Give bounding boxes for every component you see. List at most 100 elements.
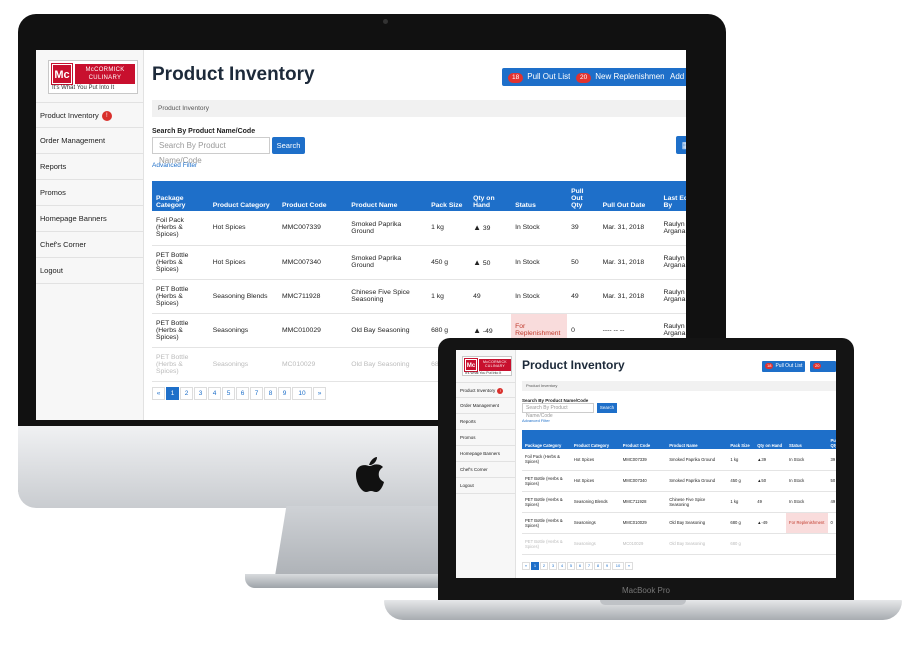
mccormick-logo[interactable]: Mc McCORMICK CULINARY It's What You Put …	[48, 60, 138, 94]
page-title: Product Inventory	[152, 64, 315, 85]
table-row[interactable]: PET Bottle (Herbs & Spices) Seasonings M…	[522, 512, 836, 534]
cell-package: PET Bottle (Herbs & Spices)	[152, 347, 209, 382]
sidebar-item-chefs-corner[interactable]: Chef's Corner	[36, 232, 143, 258]
sidebar-item-reports[interactable]: Reports	[36, 154, 143, 180]
page-5[interactable]: 5	[567, 562, 575, 570]
mccormick-logo[interactable]: Mc McCORMICK CULINARY It's What You Put …	[462, 356, 512, 376]
page-9[interactable]: 9	[603, 562, 611, 570]
page-2[interactable]: 2	[540, 562, 548, 570]
col-package-category[interactable]: Package Category	[152, 181, 209, 211]
col-product-name[interactable]: Product Name	[666, 430, 728, 449]
sidebar-item-product-inventory[interactable]: Product Inventory!	[36, 102, 143, 128]
col-qty-on-hand[interactable]: Qty on Hand	[469, 181, 512, 211]
sidebar-item-promos[interactable]: Promos	[36, 180, 143, 206]
advanced-filter-link[interactable]: Advanced Filter	[152, 162, 197, 169]
page-prev[interactable]: «	[522, 562, 530, 570]
logo-tagline: It's What You Put Into It	[52, 85, 115, 91]
page-4[interactable]: 4	[558, 562, 566, 570]
add-new-button[interactable]: Add New	[664, 68, 686, 86]
table-row[interactable]: PET Bottle (Herbs & Spices) Seasoning Bl…	[522, 491, 836, 513]
col-status[interactable]: Status	[786, 430, 828, 449]
page-4[interactable]: 4	[208, 387, 221, 400]
col-product-code[interactable]: Product Code	[619, 430, 667, 449]
sidebar-item-chefs-corner[interactable]: Chef's Corner	[456, 462, 515, 478]
col-product-code[interactable]: Product Code	[277, 181, 348, 211]
cell-status: For Replenishment	[786, 512, 828, 534]
col-pack-size[interactable]: Pack Size	[427, 181, 470, 211]
pull-out-list-button[interactable]: 18 Pull Out List	[762, 361, 806, 372]
sidebar-item-label: Reports	[460, 419, 476, 424]
page-6[interactable]: 6	[576, 562, 584, 570]
sidebar-item-product-inventory[interactable]: Product Inventory!	[456, 382, 515, 398]
search-input[interactable]: Search By Product Name/Code	[152, 137, 270, 165]
alert-badge: !	[101, 111, 112, 122]
sidebar-item-order-management[interactable]: Order Management	[456, 398, 515, 414]
table-row[interactable]: PET Bottle (Herbs & Spices) Hot Spices M…	[522, 470, 836, 492]
cell-name: Smoked Paprika Ground	[666, 470, 728, 492]
sidebar-item-logout[interactable]: Logout	[456, 478, 515, 494]
new-replenishment-button[interactable]: 20	[810, 361, 836, 372]
col-product-category[interactable]: Product Category	[208, 181, 278, 211]
page-1[interactable]: 1	[166, 387, 179, 400]
col-product-name[interactable]: Product Name	[347, 181, 428, 211]
cell-category: Seasonings	[570, 533, 620, 555]
page-1[interactable]: 1	[531, 562, 539, 570]
sidebar-item-logout[interactable]: Logout	[36, 258, 143, 284]
cell-size: 1 kg	[727, 449, 755, 471]
sidebar-item-order-management[interactable]: Order Management	[36, 128, 143, 154]
page-10[interactable]: 10	[292, 387, 312, 400]
cell-code: MMC007339	[619, 449, 667, 471]
col-package-category[interactable]: Package Category	[522, 430, 571, 449]
warning-icon: ▲	[473, 257, 481, 267]
page-8[interactable]: 8	[594, 562, 602, 570]
table-row[interactable]: PET Bottle (Herbs & Spices) Hot Spices M…	[152, 245, 686, 280]
page-5[interactable]: 5	[222, 387, 235, 400]
new-replenishment-button[interactable]: 20 New Replenishment	[570, 68, 673, 86]
sidebar-item-reports[interactable]: Reports	[456, 414, 515, 430]
page-prev[interactable]: «	[152, 387, 165, 400]
alert-badge: !	[497, 387, 504, 394]
table-row[interactable]: PET Bottle (Herbs & Spices) Seasonings M…	[522, 533, 836, 555]
breadcrumb: Product Inventory	[152, 100, 686, 117]
sidebar-item-homepage-banners[interactable]: Homepage Banners	[36, 206, 143, 232]
col-pack-size[interactable]: Pack Size	[727, 430, 755, 449]
search-button[interactable]: Search	[597, 403, 617, 413]
page-next[interactable]: »	[313, 387, 326, 400]
col-product-category[interactable]: Product Category	[570, 430, 620, 449]
page-9[interactable]: 9	[278, 387, 291, 400]
col-qty-on-hand[interactable]: Qty on Hand	[754, 430, 787, 449]
cell-size: 1 kg	[427, 211, 470, 246]
search-input[interactable]: Search By Product Name/Code	[522, 403, 594, 419]
advanced-filter-link[interactable]: Advanced Filter	[522, 418, 550, 423]
search-button[interactable]: Search	[272, 137, 305, 154]
pull-out-list-button[interactable]: 18 Pull Out List	[502, 68, 577, 86]
page-7[interactable]: 7	[585, 562, 593, 570]
table-row[interactable]: Foil Pack (Herbs & Spices) Hot Spices MM…	[522, 449, 836, 471]
page-6[interactable]: 6	[236, 387, 249, 400]
page-next[interactable]: »	[625, 562, 633, 570]
col-pull-out-qty[interactable]: Pull Out Qty	[567, 181, 599, 211]
grid-view-icon[interactable]: ▦	[676, 136, 686, 154]
page-3[interactable]: 3	[194, 387, 207, 400]
sidebar-item-homepage-banners[interactable]: Homepage Banners	[456, 446, 515, 462]
col-pull-out-qty[interactable]: Pull Out Qty	[827, 430, 836, 449]
table-row[interactable]: PET Bottle (Herbs & Spices) Seasoning Bl…	[152, 279, 686, 314]
page-2[interactable]: 2	[180, 387, 193, 400]
col-status[interactable]: Status	[511, 181, 568, 211]
cell-edited: Raulyn Argana	[659, 279, 686, 314]
cell-status: In Stock	[511, 211, 568, 246]
page-3[interactable]: 3	[549, 562, 557, 570]
table-row[interactable]: Foil Pack (Herbs & Spices) Hot Spices MM…	[152, 211, 686, 246]
col-last-edited-by[interactable]: Last Edited By	[659, 181, 686, 211]
page-8[interactable]: 8	[264, 387, 277, 400]
logo-brand: McCORMICK CULINARY	[479, 359, 511, 371]
cell-pull-qty: 50	[567, 245, 599, 280]
col-pull-out-date[interactable]: Pull Out Date	[598, 181, 660, 211]
page-7[interactable]: 7	[250, 387, 263, 400]
sidebar-item-label: Order Management	[40, 136, 106, 145]
page-10[interactable]: 10	[612, 562, 624, 570]
sidebar-item-promos[interactable]: Promos	[456, 430, 515, 446]
qty-value: 39	[761, 456, 767, 462]
logo-tagline: It's What You Put Into It	[465, 371, 502, 375]
cell-name: Smoked Paprika Ground	[666, 449, 728, 471]
